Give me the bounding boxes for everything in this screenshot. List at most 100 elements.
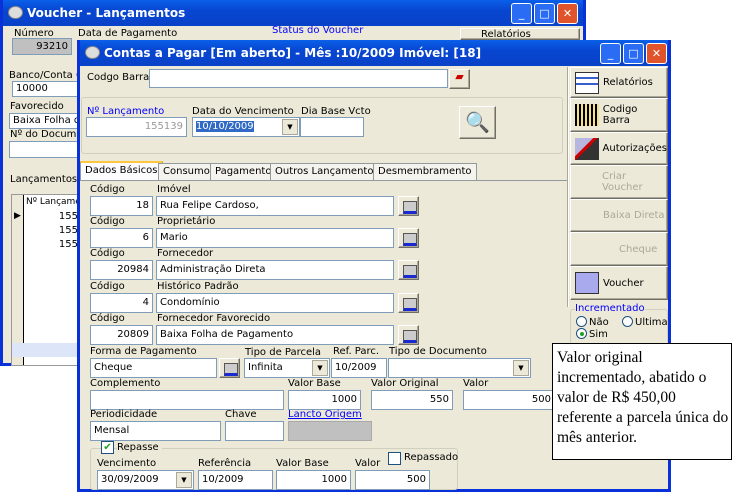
maximize-button[interactable]: □: [623, 43, 644, 64]
banco-label: Banco/Conta C: [9, 70, 83, 81]
annotation-callout: Valor original incrementado, abatido o v…: [552, 343, 732, 460]
magnifier-icon: 🔍: [465, 110, 490, 134]
bg-relatorios-button[interactable]: Relatórios: [460, 28, 580, 40]
radio-ultima[interactable]: Ultima: [622, 316, 668, 328]
ref-parc-field[interactable]: 10/2009: [331, 358, 387, 378]
tipo-parcela-select[interactable]: Infinita ▼: [244, 358, 330, 378]
codigo-label: Código: [90, 184, 125, 195]
minimize-button[interactable]: _: [511, 3, 532, 24]
entity-label: Fornecedor Favorecido: [157, 313, 271, 324]
close-button[interactable]: ✕: [557, 3, 578, 24]
eraser-button[interactable]: ▰: [449, 69, 470, 89]
banco-select[interactable]: 10000: [12, 81, 78, 97]
lancamentos-grid: Nº Lançame ▶ 155 155 155: [11, 194, 81, 366]
forma-pagamento-lookup-button[interactable]: [219, 358, 240, 378]
voucher-button[interactable]: Voucher: [570, 266, 668, 300]
minimize-button[interactable]: _: [600, 43, 621, 64]
documento-field[interactable]: [9, 141, 79, 158]
maximize-button[interactable]: □: [534, 3, 555, 24]
codigo-label: Código: [90, 281, 125, 292]
codigo-field[interactable]: 20984: [90, 260, 153, 280]
repasse-valor-base-field[interactable]: 1000: [276, 470, 351, 490]
repasse-vencimento-label: Vencimento: [97, 458, 157, 469]
criar-voucher-button[interactable]: Criar Voucher: [570, 165, 668, 199]
valor-base-field[interactable]: 1000: [288, 390, 361, 410]
entity-field[interactable]: Administração Direta: [156, 260, 394, 280]
app-icon: [85, 46, 100, 59]
lookup-button[interactable]: [398, 325, 419, 345]
vencimento-label: Data do Vencimento: [192, 106, 294, 117]
periodicidade-field[interactable]: Mensal: [90, 421, 221, 441]
tipo-documento-select[interactable]: ▼: [388, 358, 531, 378]
repassado-checkbox[interactable]: [388, 452, 401, 465]
codigo-barra-label: Codgo Barra: [87, 72, 150, 83]
lookup-button[interactable]: [398, 196, 419, 216]
dia-base-field[interactable]: [300, 117, 364, 137]
valor-field[interactable]: 500: [463, 390, 555, 410]
relatorios-button[interactable]: Relatórios: [570, 67, 668, 98]
folder-icon: [575, 171, 598, 193]
voucher-title-bar[interactable]: Voucher - Lançamentos: [3, 0, 583, 26]
lookup-button[interactable]: [398, 228, 419, 248]
ref-parc-label: Ref. Parc.: [333, 346, 380, 357]
lookup-button[interactable]: [398, 293, 419, 313]
close-button[interactable]: ✕: [646, 43, 667, 64]
lancto-origem-link[interactable]: Lancto Origem: [288, 409, 362, 420]
codigo-field[interactable]: 18: [90, 196, 153, 216]
referencia-label: Referência: [198, 458, 252, 469]
forma-pagamento-field[interactable]: Cheque: [90, 358, 217, 378]
tab-desmembramento[interactable]: Desmembramento: [373, 163, 477, 180]
periodicidade-label: Periodicidade: [90, 409, 158, 420]
autorizacoes-button[interactable]: Autorizações: [570, 132, 668, 165]
tab-consumo[interactable]: Consumo: [158, 163, 215, 180]
entity-label: Fornecedor: [157, 248, 214, 259]
chevron-down-icon[interactable]: ▼: [282, 119, 298, 135]
incrementado-label: Incrementado: [575, 303, 645, 314]
codigo-field[interactable]: 6: [90, 228, 153, 248]
codigo-barra-button[interactable]: Codigo Barra: [570, 98, 668, 132]
barcode-folder-icon: [575, 104, 599, 126]
entity-label: Imóvel: [157, 184, 191, 195]
pen-signature-icon: [575, 137, 599, 160]
favorecido-label: Favorecido: [10, 101, 64, 112]
repasse-vencimento-picker[interactable]: 30/09/2009 ▼: [97, 470, 194, 490]
radio-sim[interactable]: Sim: [576, 328, 608, 340]
complemento-field[interactable]: [90, 390, 284, 410]
lookup-button[interactable]: [398, 260, 419, 280]
valor-original-field[interactable]: 550: [371, 390, 453, 410]
referencia-field[interactable]: 10/2009: [198, 470, 273, 490]
window-title: Voucher - Lançamentos: [27, 6, 186, 20]
chave-field[interactable]: [225, 421, 284, 441]
valor-label: Valor: [463, 378, 489, 389]
codigo-field[interactable]: 20809: [90, 325, 153, 345]
repasse-checkbox[interactable]: ✔: [101, 441, 114, 454]
entity-field[interactable]: Baixa Folha de Pagamento: [156, 325, 394, 345]
repasse-valor-label: Valor: [355, 458, 381, 469]
vencimento-date-picker[interactable]: 10/10/2009 ▼: [192, 117, 300, 137]
contas-title-bar[interactable]: Contas a Pagar [Em aberto] - Mês :10/200…: [80, 40, 668, 66]
radio-nao[interactable]: Não: [576, 316, 609, 328]
grid-row[interactable]: 155: [26, 225, 78, 236]
lancamento-field: 155139: [86, 117, 187, 137]
codigo-field[interactable]: 4: [90, 293, 153, 313]
tab-outros-lancamentos[interactable]: Outros Lançamentos: [270, 163, 384, 180]
codigo-barra-input[interactable]: [149, 69, 448, 88]
horizontal-scrollbar[interactable]: [12, 343, 78, 357]
entity-field[interactable]: Rua Felipe Cardoso,: [156, 196, 394, 216]
tab-dados-basicos[interactable]: Dados Básicos: [80, 161, 163, 181]
favorecido-field[interactable]: Baixa Folha de: [9, 113, 79, 129]
repasse-valor-field[interactable]: 500: [355, 470, 430, 490]
document-icon: [575, 205, 599, 227]
voucher-folder-icon: [575, 272, 599, 294]
chevron-down-icon: ▼: [513, 360, 529, 376]
entity-field[interactable]: Mario: [156, 228, 394, 248]
cheque-button[interactable]: Cheque: [570, 232, 668, 266]
grid-row[interactable]: 155: [26, 211, 78, 222]
chave-label: Chave: [225, 409, 257, 420]
lancamento-label: Nº Lançamento: [87, 106, 165, 117]
baixa-direta-button[interactable]: Baixa Direta: [570, 199, 668, 232]
search-button[interactable]: 🔍: [459, 106, 496, 139]
entity-field[interactable]: Condomínio: [156, 293, 394, 313]
tab-pagamento[interactable]: Pagamento: [210, 163, 277, 180]
grid-row[interactable]: 155: [26, 239, 78, 250]
